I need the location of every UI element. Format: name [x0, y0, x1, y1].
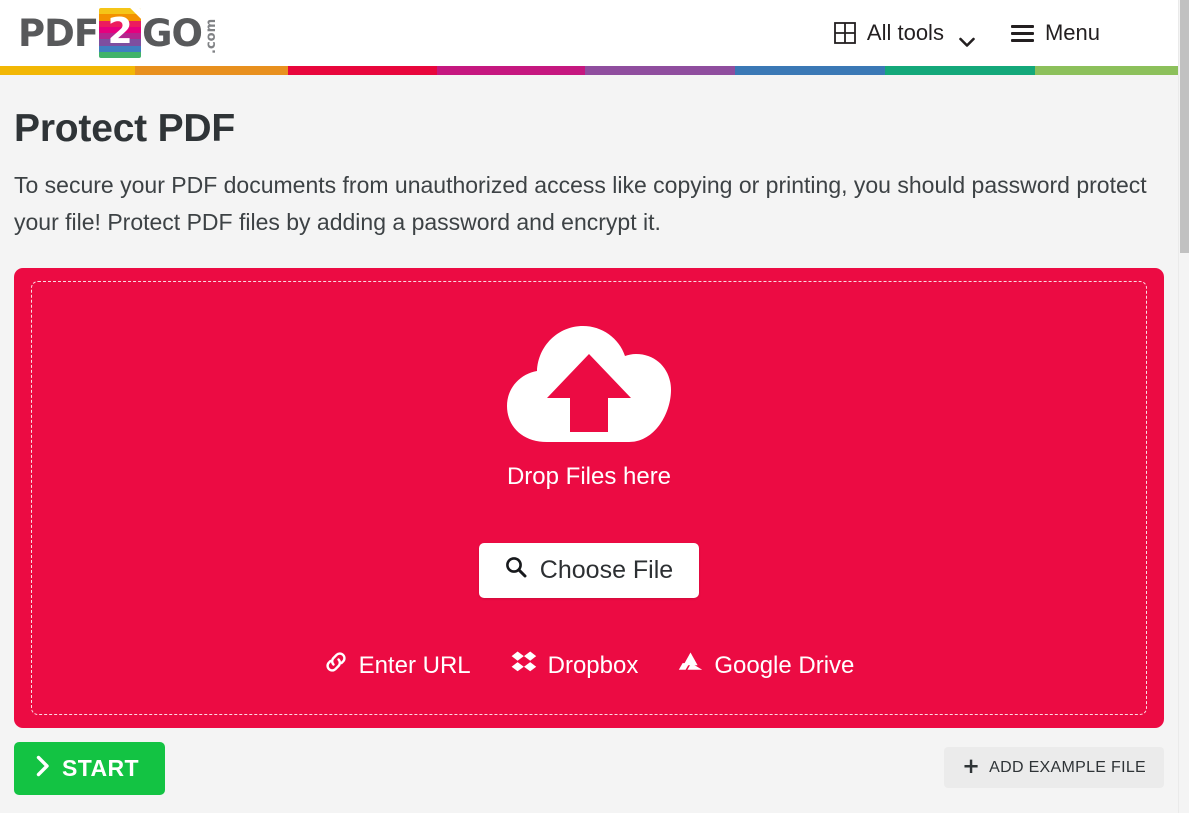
source-google-drive[interactable]: Google Drive — [678, 651, 854, 681]
dropzone-sources: Enter URL Dropbox Google Drive — [324, 650, 854, 681]
google-drive-icon — [678, 651, 703, 681]
logo-document-icon: 2 — [99, 8, 142, 58]
vertical-scrollbar[interactable] — [1178, 0, 1189, 813]
hamburger-icon — [1010, 24, 1034, 42]
logo-text-pdf: PDF — [18, 11, 99, 55]
nav-menu[interactable]: Menu — [1003, 14, 1108, 52]
page-title: Protect PDF — [14, 107, 236, 150]
source-dropbox[interactable]: Dropbox — [511, 650, 639, 681]
nav-menu-label: Menu — [1044, 20, 1100, 45]
cloud-upload-icon — [503, 318, 675, 453]
logo-text-go: GO — [142, 11, 203, 55]
action-bar: START + ADD EXAMPLE FILE — [0, 742, 1178, 795]
header-nav: All tools Menu — [826, 14, 1164, 52]
scrollbar-thumb[interactable] — [1180, 0, 1189, 253]
grid-icon — [834, 22, 856, 44]
page-root: PDF 2 GO .com All tools Menu Protect PDF… — [0, 0, 1189, 813]
add-example-file-label: ADD EXAMPLE FILE — [989, 758, 1146, 776]
site-logo[interactable]: PDF 2 GO .com — [18, 8, 219, 58]
logo-digit-two: 2 — [107, 11, 133, 52]
add-example-file-button[interactable]: + ADD EXAMPLE FILE — [944, 747, 1164, 788]
site-header: PDF 2 GO .com All tools Menu — [0, 0, 1178, 66]
link-icon — [324, 650, 348, 681]
choose-file-button[interactable]: Choose File — [478, 543, 700, 598]
dropzone-dashed-border: Drop Files here Choose File Enter URL Dr… — [31, 281, 1147, 715]
choose-file-label: Choose File — [539, 556, 674, 584]
source-enter-url-label: Enter URL — [358, 651, 471, 679]
file-dropzone[interactable]: Drop Files here Choose File Enter URL Dr… — [14, 268, 1164, 728]
plus-icon: + — [962, 754, 981, 778]
page-viewport: PDF 2 GO .com All tools Menu Protect PDF… — [0, 0, 1178, 813]
main-content: Protect PDF To secure your PDF documents… — [0, 107, 1178, 728]
chevron-down-icon — [959, 28, 975, 47]
source-google-drive-label: Google Drive — [714, 651, 855, 679]
dropbox-icon — [511, 650, 537, 681]
start-button[interactable]: START — [14, 742, 165, 795]
start-button-label: START — [62, 755, 139, 781]
drop-files-label: Drop Files here — [506, 463, 672, 490]
chevron-right-icon — [36, 755, 50, 783]
nav-all-tools-label: All tools — [866, 20, 944, 45]
logo-tld: .com — [203, 18, 219, 54]
search-icon — [505, 556, 527, 585]
source-dropbox-label: Dropbox — [547, 651, 639, 679]
rainbow-divider — [0, 66, 1178, 75]
page-description: To secure your PDF documents from unauth… — [14, 172, 1147, 235]
source-enter-url[interactable]: Enter URL — [324, 650, 471, 681]
nav-all-tools[interactable]: All tools — [826, 14, 983, 52]
